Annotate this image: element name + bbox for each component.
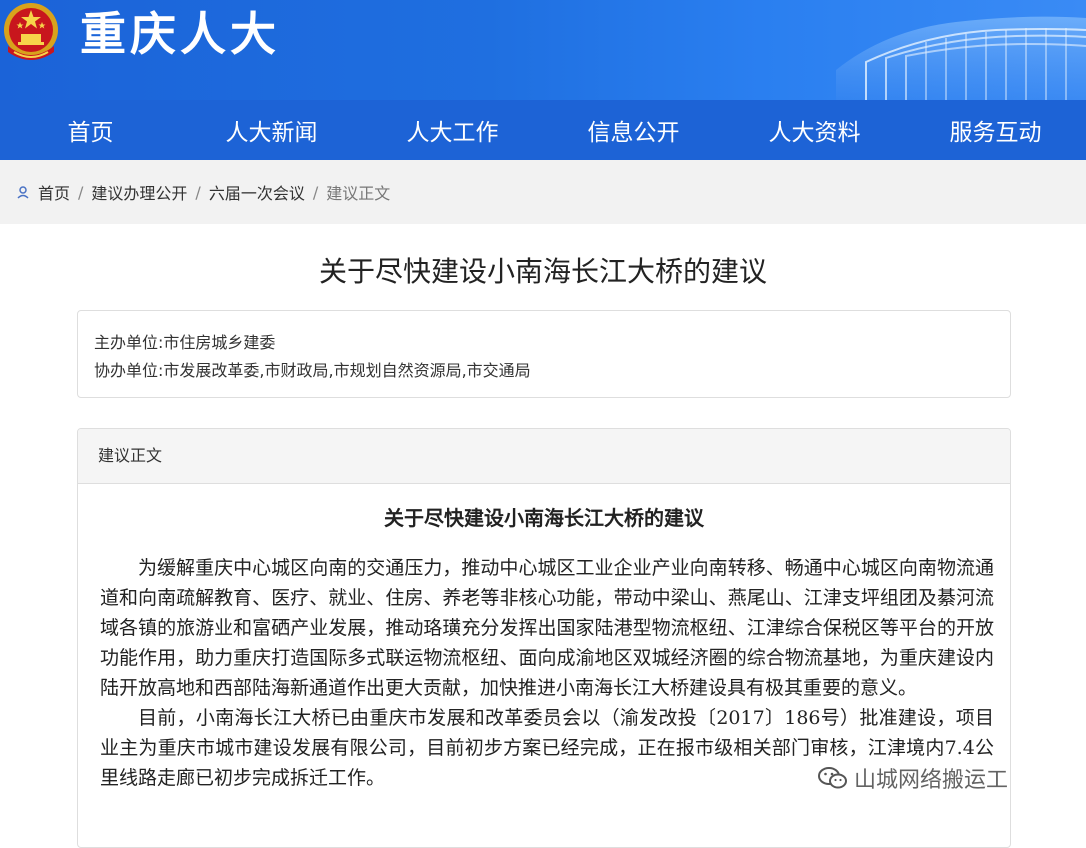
nav-item-work[interactable]: 人大工作 (362, 100, 543, 160)
wechat-icon (818, 767, 847, 789)
nav-item-service[interactable]: 服务互动 (905, 100, 1086, 160)
breadcrumb-separator: / (312, 182, 319, 202)
page-title: 关于尽快建设小南海长江大桥的建议 (318, 255, 767, 288)
breadcrumb-current: 建议正文 (326, 184, 391, 203)
nav-item-disclosure[interactable]: 信息公开 (543, 100, 724, 160)
breadcrumb-home[interactable]: 首页 (38, 180, 70, 204)
info-box: 主办单位:市住房城乡建委 协办单位:市发展改革委,市财政局,市规划自然资源局,市… (77, 310, 1011, 398)
nav-item-materials[interactable]: 人大资料 (724, 100, 905, 160)
nav-item-news[interactable]: 人大新闻 (181, 100, 362, 160)
document-title: 关于尽快建设小南海长江大桥的建议 (384, 506, 704, 530)
breadcrumb: 首页 / 建议办理公开 / 六届一次会议 / 建议正文 (16, 160, 390, 224)
site-title[interactable]: 重庆人大 (80, 6, 280, 62)
lead-unit-row: 主办单位:市住房城乡建委 (94, 329, 994, 357)
breadcrumb-suggestions[interactable]: 建议办理公开 (91, 180, 187, 204)
document-paragraph: 为缓解重庆中心城区向南的交通压力，推动中心城区工业企业产业向南转移、畅通中心城区… (100, 557, 994, 699)
breadcrumb-separator: / (195, 182, 201, 202)
assist-unit-label: 协办单位: (94, 361, 164, 380)
national-emblem-icon (4, 3, 58, 60)
lead-unit-value: 市住房城乡建委 (163, 333, 276, 352)
breadcrumb-session[interactable]: 六届一次会议 (209, 180, 305, 204)
site-header: 重庆人大 (0, 0, 1086, 100)
location-pin-icon (17, 186, 29, 199)
lead-unit-label: 主办单位: (94, 333, 164, 352)
panel-header: 建议正文 (78, 429, 1010, 484)
breadcrumb-bar: 首页 / 建议办理公开 / 六届一次会议 / 建议正文 (0, 160, 1086, 224)
nav-item-home[interactable]: 首页 (0, 100, 181, 160)
assist-unit-value: 市发展改革委,市财政局,市规划自然资源局,市交通局 (163, 361, 531, 380)
watermark-text: 山城网络搬运工 (854, 768, 1009, 793)
breadcrumb-separator: / (78, 182, 84, 202)
people-congress-building-icon (836, 16, 1086, 100)
assist-unit-row: 协办单位:市发展改革委,市财政局,市规划自然资源局,市交通局 (94, 357, 994, 385)
watermark: 山城网络搬运工 (818, 762, 1008, 794)
main-nav: 首页 人大新闻 人大工作 信息公开 人大资料 服务互动 (0, 100, 1086, 160)
